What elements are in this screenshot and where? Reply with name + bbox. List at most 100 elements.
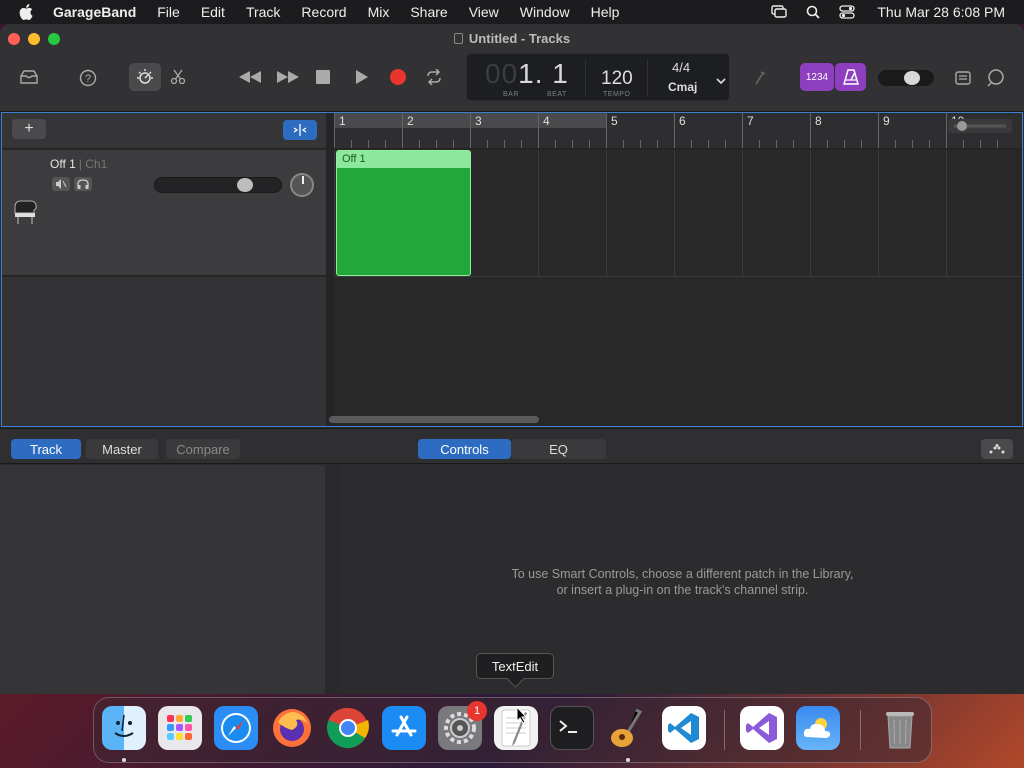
stop-button[interactable] [315,69,331,85]
notepad-button[interactable] [953,69,973,87]
ruler-tick [504,140,505,148]
svg-text:?: ? [85,73,91,85]
tab-controls[interactable]: Controls [418,439,511,459]
tuner-button[interactable] [749,68,771,88]
dock-finder[interactable] [102,706,146,750]
fast-forward-icon [277,71,299,83]
lcd-position: 001. 1 [485,58,569,89]
menu-edit[interactable]: Edit [201,4,225,20]
ruler-tick [895,140,896,148]
menu-window[interactable]: Window [520,4,570,20]
visual-studio-icon [746,713,777,743]
question-icon: ? [79,69,97,87]
ruler-tick [419,140,420,148]
dock-app-store[interactable] [382,706,426,750]
tab-compare[interactable]: Compare [166,439,240,459]
dock-safari[interactable] [214,706,258,750]
lane-gridline [334,150,335,276]
mute-button[interactable] [52,177,70,191]
dock-firefox[interactable] [270,706,314,750]
horizontal-scrollbar[interactable] [329,416,539,423]
menu-view[interactable]: View [469,4,499,20]
ruler-tick [538,112,539,148]
cycle-button[interactable] [424,68,444,86]
ruler-tick [725,140,726,148]
dock-garageband[interactable] [606,706,650,750]
editors-button[interactable] [169,68,187,86]
menu-file[interactable]: File [157,4,180,20]
menu-clock[interactable]: Thu Mar 28 6:08 PM [877,4,1005,20]
ruler-tick [708,140,709,148]
menu-mix[interactable]: Mix [368,4,390,20]
help-button[interactable]: ? [78,68,98,88]
dock-visual-studio[interactable] [740,706,784,750]
dock-weather[interactable] [796,706,840,750]
smart-controls-button[interactable] [129,63,161,91]
control-center-icon[interactable] [837,4,857,20]
smart-controls-options-button[interactable] [981,439,1013,459]
loop-browser-button[interactable] [985,68,1007,88]
spotlight-search-icon[interactable] [803,4,823,20]
dock-chrome[interactable] [326,706,370,750]
ruler-tick [657,140,658,148]
dock-launchpad[interactable] [158,706,202,750]
metronome-button[interactable] [835,63,866,91]
menu-record[interactable]: Record [301,4,346,20]
track-volume-slider[interactable] [154,177,282,193]
ruler-tick [963,140,964,148]
lcd-time-signature: 4/4 [672,60,691,75]
dock-finder-running-dot [122,758,126,762]
count-in-button[interactable]: 1234 [800,63,834,91]
track-header-off-1[interactable]: Off 1 | Ch1 [2,150,326,276]
library-button[interactable] [18,68,40,86]
midi-region[interactable]: Off 1 [336,150,471,276]
rewind-button[interactable] [237,68,263,86]
ruler-tick [878,112,879,148]
ruler-bar-1: 1 [339,114,346,128]
menu-share[interactable]: Share [410,4,447,20]
dock-vscode[interactable] [662,706,706,750]
solo-button[interactable] [74,177,92,191]
ruler[interactable]: 1 2 3 4 5 6 7 8 9 10 [334,112,1022,149]
menu-track[interactable]: Track [246,4,280,20]
ruler-bar-9: 9 [883,114,890,128]
grand-piano-icon [12,197,40,230]
ruler-tick [997,140,998,148]
launchpad-icon [167,715,192,740]
ruler-tick [487,140,488,148]
menu-help[interactable]: Help [591,4,620,20]
catch-playhead-button[interactable] [283,120,317,140]
tab-eq[interactable]: EQ [511,439,606,459]
ruler-tick [640,140,641,148]
header-divider[interactable] [326,113,334,426]
menu-garageband[interactable]: GarageBand [53,4,136,20]
ruler-tick [691,140,692,148]
master-volume-knob[interactable] [904,71,920,85]
lcd-display[interactable]: 001. 1 BAR BEAT 120 TEMPO 4/4 Cmaj [466,53,730,101]
ruler-bar-2: 2 [407,114,414,128]
ruler-tick [402,112,403,148]
zoom-slider[interactable] [948,119,1012,133]
track-volume-knob[interactable] [237,178,253,192]
ruler-bar-3: 3 [475,114,482,128]
apple-icon[interactable] [19,4,35,20]
play-button[interactable] [354,69,370,85]
guitar-icon [611,708,643,747]
ruler-tick [572,140,573,148]
ruler-tick [759,140,760,148]
ruler-tick [334,112,335,148]
document-icon [453,33,463,44]
lcd-menu-chevron-icon[interactable] [716,72,726,90]
fast-forward-button[interactable] [275,68,301,86]
dock-terminal[interactable] [550,706,594,750]
track-name[interactable]: Off 1 | Ch1 [50,157,107,171]
tab-master[interactable]: Master [86,439,158,459]
record-button[interactable] [389,68,407,86]
screen-mirroring-icon[interactable] [769,4,789,20]
tab-track[interactable]: Track [11,439,81,459]
dock-trash[interactable] [878,706,922,750]
track-pan-knob[interactable] [290,173,314,197]
add-track-button[interactable]: + [12,119,46,139]
empty-track-area[interactable] [2,277,326,426]
ruler-tick [776,140,777,148]
